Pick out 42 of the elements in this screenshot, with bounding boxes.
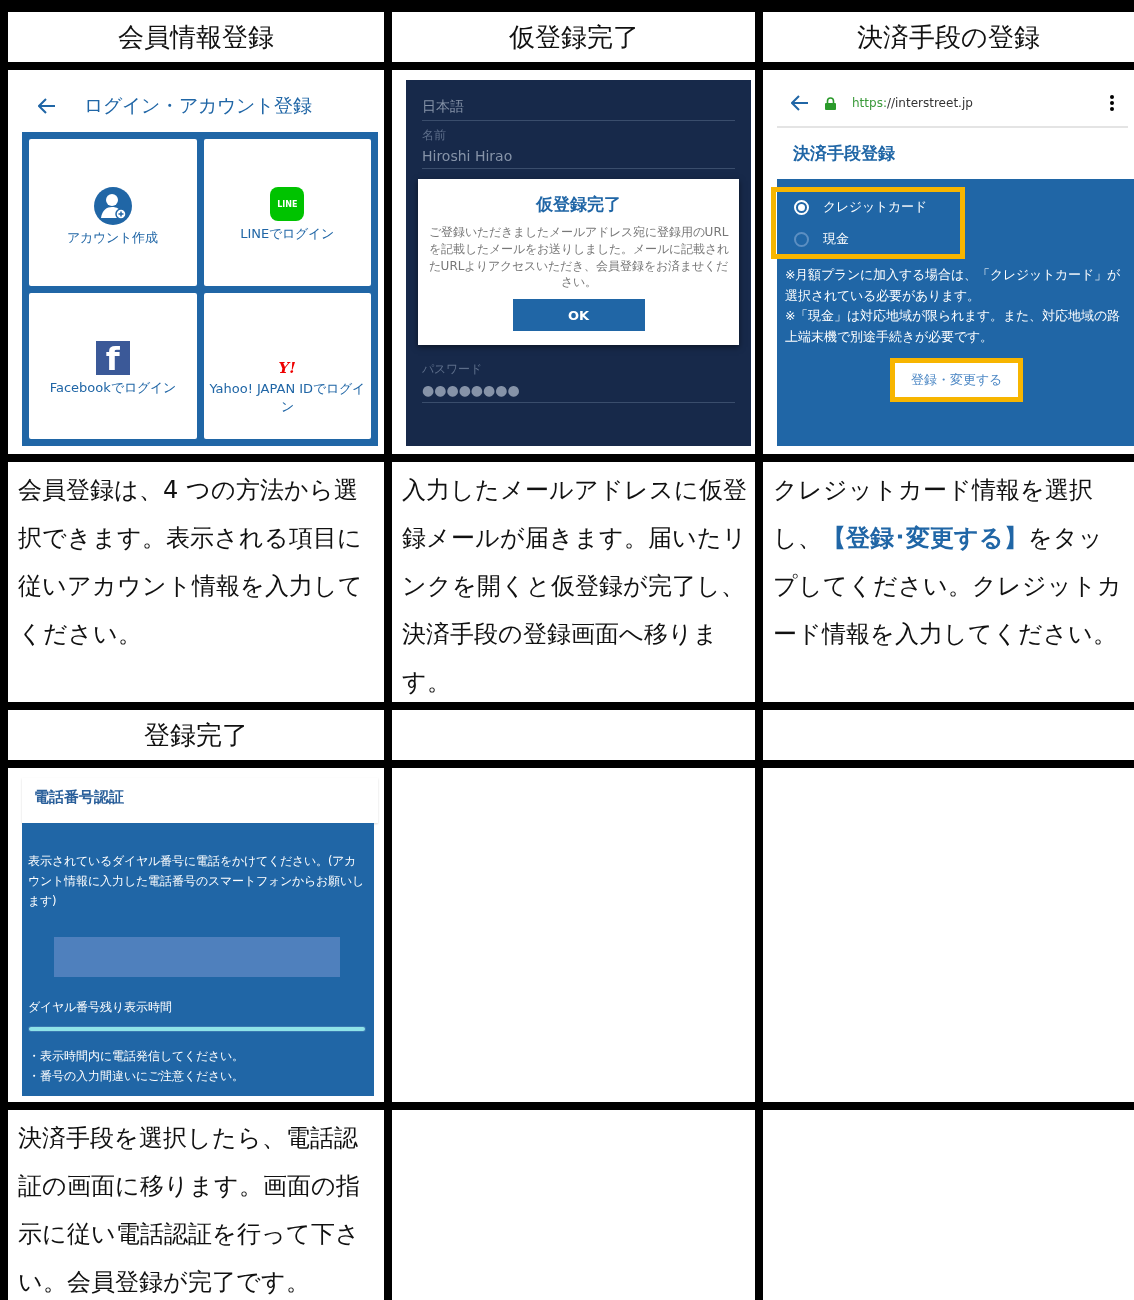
- field-label: 名前: [422, 127, 447, 144]
- back-arrow-icon[interactable]: [38, 98, 56, 114]
- screen-title: 電話番号認証: [22, 778, 378, 823]
- step-description: 入力したメールアドレスに仮登録メールが届きます。届いたリンクを開くと仮登録が完了し、決済手段の登録画面へ移ります。: [402, 475, 747, 698]
- step-description: 決済手段を選択したら、電話認証の画面に移ります。画面の指示に従い電話認証を行って下さい。会員登録が完了です。: [18, 1123, 361, 1298]
- step-description: 会員登録は、4 つの方法から選択できます。表示される項目に従いアカウント情報を入力してください。: [18, 475, 364, 650]
- field-label: パスワード: [422, 361, 483, 379]
- login-tile[interactable]: f Facebookでログイン: [29, 292, 197, 439]
- login-tile[interactable]: Y! Yahoo! JAPAN IDでログイン: [203, 292, 371, 439]
- url-text[interactable]: https://interstreet.jp: [852, 96, 1094, 110]
- login-tile[interactable]: アカウント作成: [29, 139, 197, 286]
- screen-title: ログイン・アカウント登録: [84, 93, 312, 118]
- y-logo-icon: Y!: [278, 360, 296, 376]
- lock-icon: [825, 96, 836, 110]
- radio-label: 現金: [823, 230, 849, 248]
- dialog-message: ご登録いただきましたメールアドレス宛に登録用のURLを記載したメールをお送りしました。メールに記載されたURLよりアクセスいただき、会員登録をお済ませください。: [428, 224, 729, 292]
- ok-button[interactable]: OK: [512, 299, 645, 332]
- field-value: Hiroshi Hirao: [422, 148, 514, 164]
- dialog-title: 仮登録完了: [536, 193, 621, 216]
- register-button[interactable]: 登録・変更する: [890, 357, 1023, 402]
- back-arrow-icon[interactable]: [791, 95, 809, 111]
- instruction-text: 表示されているダイヤル番号に電話をかけてください。(アカウント情報に入力した電話番号のスマートフォンからお願いします): [28, 853, 365, 911]
- field-value: 日本語: [422, 98, 465, 116]
- column-header: 決済手段の登録: [763, 12, 1134, 62]
- column-header: 登録完了: [8, 710, 384, 760]
- column-header: 会員情報登録: [8, 12, 384, 62]
- note-text: ※月額プランに加入する場合は、「クレジットカード」が選択されている必要があります。: [785, 266, 1122, 305]
- note-text: ※「現金」は対応地域が限られます。また、対応地域の路上端末機で別途手続きが必要です。: [785, 307, 1122, 346]
- radio-button[interactable]: [794, 231, 809, 247]
- menu-icon[interactable]: [1110, 95, 1114, 111]
- note-text: ・番号の入力間違いにご注意ください。: [28, 1067, 245, 1085]
- note-text: ・表示時間内に電話発信してください。: [28, 1047, 245, 1065]
- timer-label: ダイヤル番号残り表示時間: [28, 999, 173, 1017]
- f-logo-icon: f: [95, 340, 130, 375]
- field-value: ●●●●●●●●: [422, 382, 521, 399]
- chat-logo-icon: LINE: [270, 187, 305, 221]
- screen-title: 決済手段登録: [792, 142, 896, 165]
- column-header: 仮登録完了: [392, 12, 755, 62]
- radio-label: クレジットカード: [823, 198, 927, 216]
- user-add-icon: [93, 187, 132, 225]
- login-tile[interactable]: LINE LINEでログイン: [203, 139, 371, 286]
- step-description: クレジットカード情報を選択し、【登録･変更する】をタップしてください。クレジットカード情報を入力してください。: [773, 475, 1123, 650]
